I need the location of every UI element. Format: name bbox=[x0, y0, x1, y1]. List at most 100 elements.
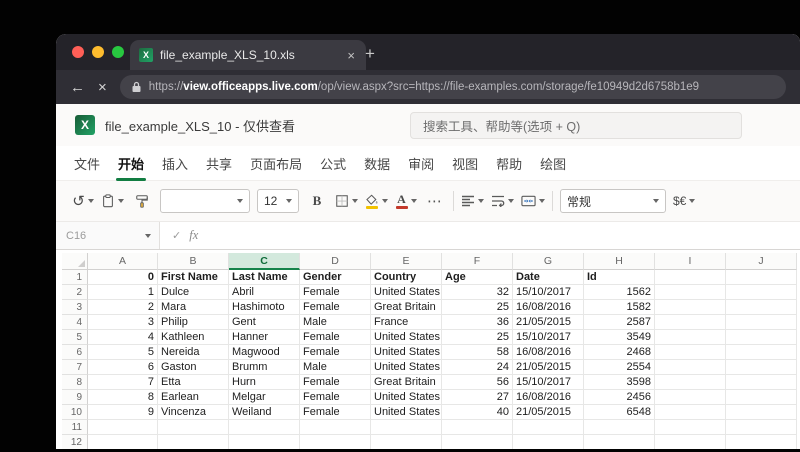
font-name-select[interactable] bbox=[160, 189, 250, 213]
borders-button[interactable] bbox=[335, 188, 358, 214]
column-header-F[interactable]: F bbox=[442, 253, 513, 270]
cell-E8[interactable]: Great Britain bbox=[371, 375, 442, 390]
cell-A6[interactable]: 5 bbox=[88, 345, 158, 360]
cell-G5[interactable]: 15/10/2017 bbox=[513, 330, 584, 345]
cell-C11[interactable] bbox=[229, 420, 300, 435]
cell-E10[interactable]: United States bbox=[371, 405, 442, 420]
cell-I12[interactable] bbox=[655, 435, 726, 449]
cell-G8[interactable]: 15/10/2017 bbox=[513, 375, 584, 390]
cell-G3[interactable]: 16/08/2016 bbox=[513, 300, 584, 315]
cell-F12[interactable] bbox=[442, 435, 513, 449]
cell-J8[interactable] bbox=[726, 375, 797, 390]
menu-tab-绘图[interactable]: 绘图 bbox=[540, 154, 566, 173]
window-close-button[interactable] bbox=[72, 46, 84, 58]
cell-H6[interactable]: 2468 bbox=[584, 345, 655, 360]
cell-G6[interactable]: 16/08/2016 bbox=[513, 345, 584, 360]
menu-tab-开始[interactable]: 开始 bbox=[116, 154, 147, 181]
cell-F9[interactable]: 27 bbox=[442, 390, 513, 405]
cell-C12[interactable] bbox=[229, 435, 300, 449]
menu-tab-文件[interactable]: 文件 bbox=[74, 154, 100, 173]
column-header-C[interactable]: C bbox=[229, 253, 300, 270]
cell-D9[interactable]: Female bbox=[300, 390, 371, 405]
cell-A12[interactable] bbox=[88, 435, 158, 449]
cell-D10[interactable]: Female bbox=[300, 405, 371, 420]
cell-F8[interactable]: 56 bbox=[442, 375, 513, 390]
cell-D3[interactable]: Female bbox=[300, 300, 371, 315]
cell-D8[interactable]: Female bbox=[300, 375, 371, 390]
cell-D11[interactable] bbox=[300, 420, 371, 435]
cell-E1[interactable]: Country bbox=[371, 270, 442, 285]
window-minimize-button[interactable] bbox=[92, 46, 104, 58]
cell-I4[interactable] bbox=[655, 315, 726, 330]
cell-G1[interactable]: Date bbox=[513, 270, 584, 285]
cell-H8[interactable]: 3598 bbox=[584, 375, 655, 390]
cell-C5[interactable]: Hanner bbox=[229, 330, 300, 345]
cell-E4[interactable]: France bbox=[371, 315, 442, 330]
cell-B6[interactable]: Nereida bbox=[158, 345, 229, 360]
row-header-11[interactable]: 11 bbox=[62, 420, 88, 435]
cell-E6[interactable]: United States bbox=[371, 345, 442, 360]
menu-tab-共享[interactable]: 共享 bbox=[206, 154, 232, 173]
cell-A8[interactable]: 7 bbox=[88, 375, 158, 390]
cell-B7[interactable]: Gaston bbox=[158, 360, 229, 375]
cell-I8[interactable] bbox=[655, 375, 726, 390]
bold-button[interactable]: B bbox=[306, 188, 328, 214]
cell-B1[interactable]: First Name bbox=[158, 270, 229, 285]
row-header-3[interactable]: 3 bbox=[62, 300, 88, 315]
wrap-text-button[interactable] bbox=[491, 188, 514, 214]
cell-J1[interactable] bbox=[726, 270, 797, 285]
window-zoom-button[interactable] bbox=[112, 46, 124, 58]
cell-C6[interactable]: Magwood bbox=[229, 345, 300, 360]
undo-button[interactable]: ↺ bbox=[72, 188, 94, 214]
row-header-10[interactable]: 10 bbox=[62, 405, 88, 420]
cell-J9[interactable] bbox=[726, 390, 797, 405]
cell-D6[interactable]: Female bbox=[300, 345, 371, 360]
cell-name-box[interactable]: C16 bbox=[56, 222, 160, 249]
cell-A7[interactable]: 6 bbox=[88, 360, 158, 375]
column-header-G[interactable]: G bbox=[513, 253, 584, 270]
column-header-A[interactable]: A bbox=[88, 253, 158, 270]
cell-F6[interactable]: 58 bbox=[442, 345, 513, 360]
browser-tab[interactable]: X file_example_XLS_10.xls × bbox=[130, 40, 366, 70]
row-header-1[interactable]: 1 bbox=[62, 270, 88, 285]
cell-F4[interactable]: 36 bbox=[442, 315, 513, 330]
cell-F7[interactable]: 24 bbox=[442, 360, 513, 375]
cell-B2[interactable]: Dulce bbox=[158, 285, 229, 300]
cell-G9[interactable]: 16/08/2016 bbox=[513, 390, 584, 405]
cell-D5[interactable]: Female bbox=[300, 330, 371, 345]
merge-cells-button[interactable] bbox=[521, 188, 545, 214]
cell-C8[interactable]: Hurn bbox=[229, 375, 300, 390]
paste-button[interactable] bbox=[101, 188, 124, 214]
row-header-6[interactable]: 6 bbox=[62, 345, 88, 360]
cell-D12[interactable] bbox=[300, 435, 371, 449]
cell-I5[interactable] bbox=[655, 330, 726, 345]
column-header-H[interactable]: H bbox=[584, 253, 655, 270]
cell-C2[interactable]: Abril bbox=[229, 285, 300, 300]
cell-A4[interactable]: 3 bbox=[88, 315, 158, 330]
cell-J3[interactable] bbox=[726, 300, 797, 315]
cell-G2[interactable]: 15/10/2017 bbox=[513, 285, 584, 300]
cell-A3[interactable]: 2 bbox=[88, 300, 158, 315]
back-icon[interactable]: ← bbox=[70, 80, 85, 95]
cell-E12[interactable] bbox=[371, 435, 442, 449]
cell-C10[interactable]: Weiland bbox=[229, 405, 300, 420]
cell-E7[interactable]: United States bbox=[371, 360, 442, 375]
cell-F11[interactable] bbox=[442, 420, 513, 435]
cell-I3[interactable] bbox=[655, 300, 726, 315]
menu-tab-插入[interactable]: 插入 bbox=[162, 154, 188, 173]
menu-tab-数据[interactable]: 数据 bbox=[364, 154, 390, 173]
cell-A5[interactable]: 4 bbox=[88, 330, 158, 345]
cell-H10[interactable]: 6548 bbox=[584, 405, 655, 420]
menu-tab-公式[interactable]: 公式 bbox=[320, 154, 346, 173]
cell-A9[interactable]: 8 bbox=[88, 390, 158, 405]
cell-C9[interactable]: Melgar bbox=[229, 390, 300, 405]
cell-E2[interactable]: United States bbox=[371, 285, 442, 300]
row-header-12[interactable]: 12 bbox=[62, 435, 88, 449]
cell-B12[interactable] bbox=[158, 435, 229, 449]
cell-B9[interactable]: Earlean bbox=[158, 390, 229, 405]
insert-function-icon[interactable]: fx bbox=[189, 228, 198, 243]
cell-J5[interactable] bbox=[726, 330, 797, 345]
stop-icon[interactable]: × bbox=[98, 80, 107, 95]
enter-check-icon[interactable]: ✓ bbox=[172, 229, 181, 242]
cell-F1[interactable]: Age bbox=[442, 270, 513, 285]
